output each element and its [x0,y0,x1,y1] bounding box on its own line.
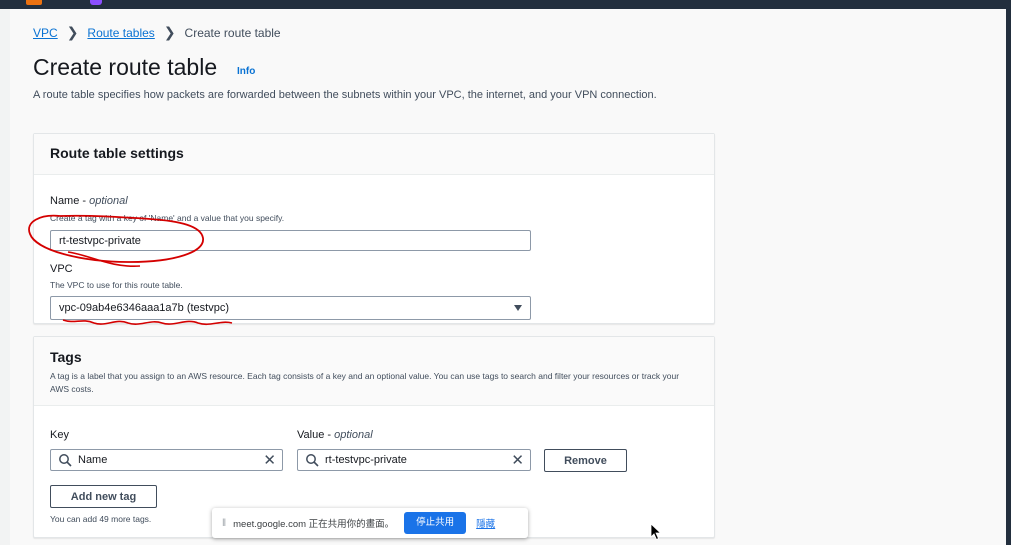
tag-key-value: Name [78,454,108,466]
value-label: Value - optional [297,429,373,441]
add-new-tag-button[interactable]: Add new tag [50,485,157,508]
aws-services-icon[interactable] [26,0,42,5]
top-nav-bar [0,0,1011,9]
vpc-selected-value: vpc-09ab4e6346aaa1a7b (testvpc) [59,302,230,314]
tag-key-input[interactable]: Name ✕ [50,449,283,471]
info-link[interactable]: Info [237,66,255,77]
settings-heading: Route table settings [50,145,184,161]
vpc-select[interactable]: vpc-09ab4e6346aaa1a7b (testvpc) [50,296,531,320]
optional-marker: optional [334,429,373,441]
mouse-cursor-icon [650,523,662,541]
breadcrumb-route-tables[interactable]: Route tables [87,26,154,40]
stop-sharing-button[interactable]: 停止共用 [404,512,467,534]
tag-value-value: rt-testvpc-private [325,454,407,466]
name-input[interactable]: rt-testvpc-private [50,230,531,251]
clear-icon[interactable]: ✕ [263,453,276,468]
route-table-settings-panel: Route table settings Name - optional Cre… [33,133,715,324]
hide-link[interactable]: 隱藏 [476,516,495,530]
value-label-text: Value [297,429,325,441]
tags-remaining-note: You can add 49 more tags. [50,514,152,524]
chevron-right-icon: ❯ [66,24,79,40]
breadcrumb: VPC ❯ Route tables ❯ Create route table [33,24,281,41]
tag-value-input[interactable]: rt-testvpc-private ✕ [297,449,531,471]
optional-marker: optional [89,195,128,207]
tags-description: A tag is a label that you assign to an A… [50,371,680,394]
remove-tag-button[interactable]: Remove [544,449,627,472]
window-edge [1006,9,1011,545]
page-description: A route table specifies how packets are … [33,89,657,101]
page-title: Create route table [33,54,218,80]
drag-handle-icon[interactable]: ‖ [222,518,226,529]
name-label: Name - optional [50,195,128,207]
name-hint: Create a tag with a key of 'Name' and a … [50,213,285,223]
vpc-label: VPC [50,263,73,275]
breadcrumb-current: Create route table [184,25,281,40]
share-message: meet.google.com 正在共用你的畫面。 [233,519,395,530]
service-shortcut-icon[interactable] [90,0,102,5]
tags-heading: Tags [50,349,82,365]
search-icon [306,454,319,467]
screen-share-bar: ‖ meet.google.com 正在共用你的畫面。 停止共用 隱藏 [212,508,528,538]
search-icon [59,454,72,467]
clear-icon[interactable]: ✕ [511,453,524,468]
chevron-right-icon: ❯ [163,24,176,40]
caret-down-icon [514,305,522,311]
vpc-hint: The VPC to use for this route table. [50,280,183,290]
breadcrumb-vpc[interactable]: VPC [33,26,58,40]
name-label-text: Name [50,195,80,207]
key-label: Key [50,429,69,441]
